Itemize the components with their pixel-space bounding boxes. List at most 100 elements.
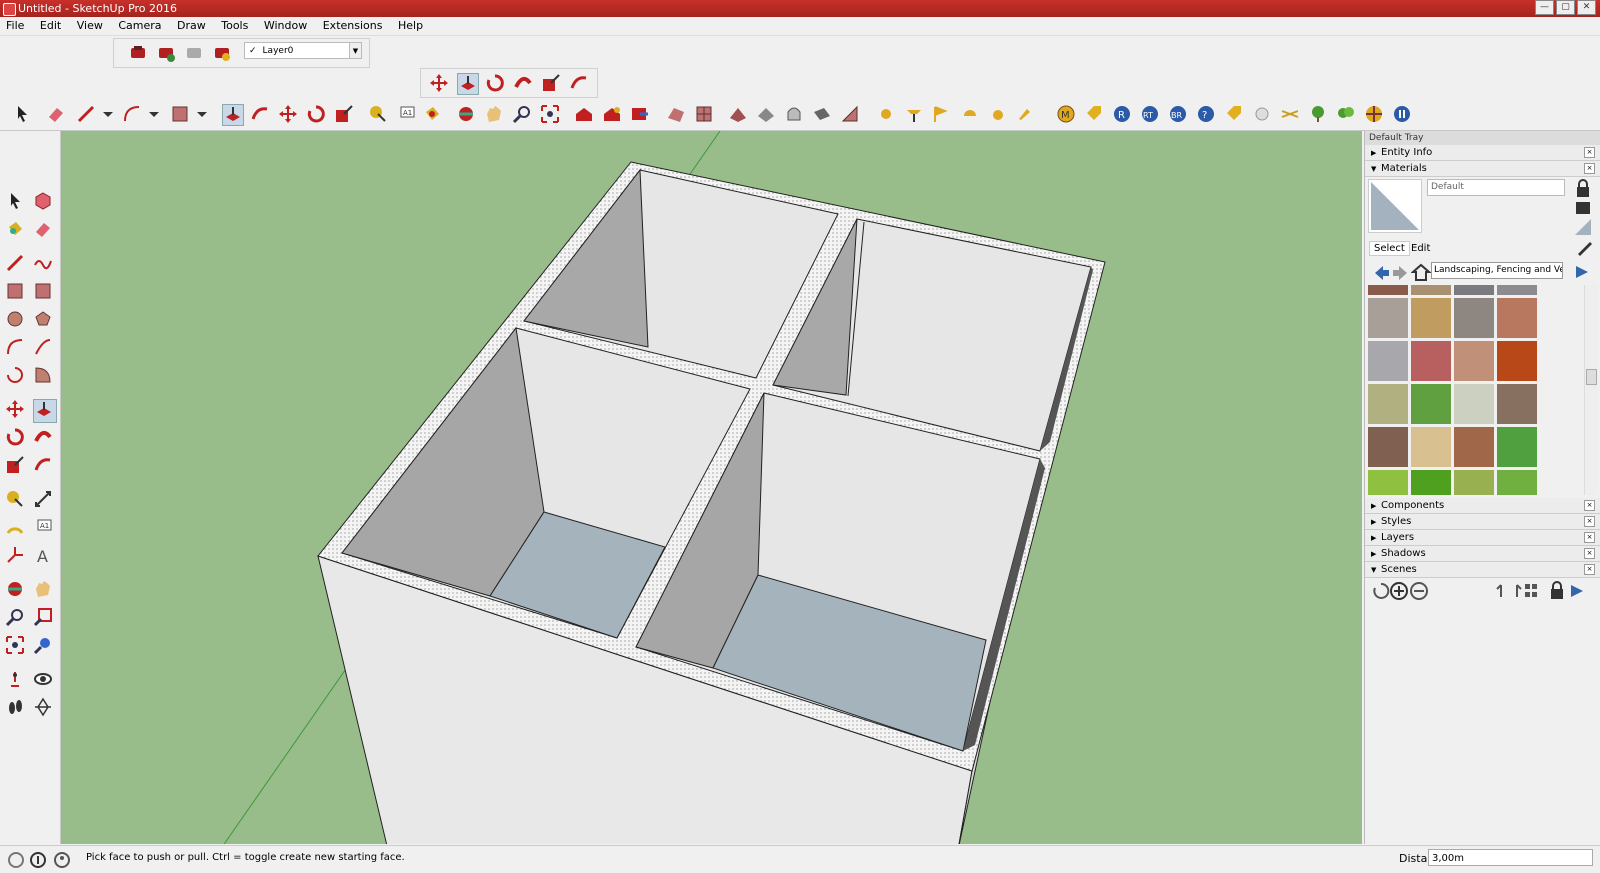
material-swatch[interactable] [1454, 341, 1494, 381]
material-swatch[interactable] [1497, 384, 1537, 424]
offset-tool-icon[interactable] [33, 455, 55, 477]
layer-hide-icon[interactable] [184, 43, 204, 63]
close-icon[interactable]: × [1584, 163, 1595, 174]
chevron-down-icon[interactable] [98, 104, 118, 124]
three-point-arc-icon[interactable] [5, 365, 27, 387]
material-swatch[interactable] [1411, 427, 1451, 467]
menu-draw[interactable]: Draw [171, 17, 212, 32]
material-swatch[interactable] [1368, 285, 1408, 295]
orbit-tool-icon[interactable] [5, 579, 27, 601]
minimize-button[interactable]: — [1535, 0, 1554, 15]
make-component-icon[interactable] [33, 191, 55, 213]
material-swatch[interactable] [1368, 341, 1408, 381]
arc-tool-icon[interactable] [122, 104, 142, 124]
panel-shadows[interactable]: ▶ Shadows × [1365, 546, 1600, 562]
follow-me-tool-icon[interactable] [33, 427, 55, 449]
flip-edge-icon[interactable] [840, 104, 860, 124]
rectangle-tool-icon[interactable] [170, 104, 190, 124]
material-swatch[interactable] [1497, 470, 1537, 495]
add-detail-icon[interactable] [812, 104, 832, 124]
tree-icon[interactable] [1308, 104, 1328, 124]
scrollbar-thumb[interactable] [1586, 369, 1597, 385]
share-model-icon[interactable] [602, 104, 622, 124]
material-swatch[interactable] [1497, 341, 1537, 381]
circle-tool-icon[interactable] [5, 309, 27, 331]
panel-styles[interactable]: ▶ Styles × [1365, 514, 1600, 530]
rectangle-tool-icon[interactable] [5, 281, 27, 303]
collection-select[interactable]: Landscaping, Fencing and Ve [1431, 262, 1563, 279]
rotate-tool-icon[interactable] [485, 73, 505, 93]
extension-warehouse-icon[interactable] [630, 104, 650, 124]
tag-icon[interactable] [1084, 104, 1104, 124]
remove-scene-icon[interactable] [1409, 581, 1428, 600]
move-tool-icon[interactable] [429, 73, 449, 93]
close-icon[interactable]: × [1584, 564, 1595, 575]
position-camera-icon[interactable] [5, 669, 27, 691]
drawing-viewport[interactable] [61, 131, 1362, 844]
menu-file[interactable]: File [0, 17, 30, 32]
two-point-arc-icon[interactable] [33, 337, 55, 359]
material-swatch[interactable] [1368, 470, 1408, 495]
axes-tool-icon[interactable] [5, 545, 27, 567]
close-icon[interactable]: × [1584, 147, 1595, 158]
arc-tool-icon[interactable] [5, 337, 27, 359]
zoom-window-icon[interactable] [33, 607, 55, 629]
location-icon[interactable] [904, 104, 924, 124]
push-pull-tool-icon[interactable] [33, 399, 57, 423]
plugin-r-icon[interactable]: R [1112, 104, 1132, 124]
pan-tool-icon[interactable] [33, 579, 55, 601]
rotated-rectangle-icon[interactable] [33, 281, 55, 303]
material-swatch[interactable] [1454, 470, 1494, 495]
close-icon[interactable]: × [1584, 548, 1595, 559]
layer-add-icon[interactable] [156, 43, 176, 63]
tab-edit[interactable]: Edit [1407, 242, 1434, 255]
close-button[interactable]: ✕ [1577, 0, 1596, 15]
close-icon[interactable]: × [1584, 516, 1595, 527]
layer-colors-icon[interactable] [212, 43, 232, 63]
credits-icon[interactable] [28, 850, 46, 868]
menu-extensions[interactable]: Extensions [317, 17, 389, 32]
paint-bucket-icon[interactable] [5, 219, 27, 241]
chevron-down-icon[interactable] [192, 104, 212, 124]
walk-tool-icon[interactable] [5, 697, 27, 719]
zoom-tool-icon[interactable] [512, 104, 532, 124]
stamp-tool-icon[interactable] [756, 104, 776, 124]
pie-tool-icon[interactable] [33, 365, 55, 387]
follow-me-tool-icon[interactable] [513, 73, 533, 93]
paint-icon[interactable] [1014, 104, 1034, 124]
forward-arrow-icon[interactable] [1391, 263, 1407, 280]
sandbox-from-contours-icon[interactable] [666, 104, 686, 124]
push-pull-tool-icon[interactable] [222, 104, 244, 126]
add-scene-icon[interactable] [1389, 581, 1408, 600]
layer-selector[interactable]: ✓ Layer0 ▼ [244, 42, 362, 59]
layer-manager-icon[interactable] [128, 43, 148, 63]
orbit-tool-icon[interactable] [456, 104, 476, 124]
material-swatch[interactable] [1454, 298, 1494, 338]
panel-scenes[interactable]: ▼ Scenes × [1365, 562, 1600, 578]
maximize-button[interactable]: ▢ [1556, 0, 1575, 15]
material-swatch[interactable] [1411, 470, 1451, 495]
material-swatch[interactable] [1497, 427, 1537, 467]
tape-measure-icon[interactable] [5, 489, 27, 511]
zoom-extents-icon[interactable] [540, 104, 560, 124]
eraser-tool-icon[interactable] [46, 104, 66, 124]
close-icon[interactable]: × [1584, 500, 1595, 511]
panel-materials[interactable]: ▼ Materials × [1365, 161, 1600, 177]
zoom-tool-icon[interactable] [5, 607, 27, 629]
text-tool-icon[interactable]: A1 [396, 104, 416, 124]
sandbox-from-scratch-icon[interactable] [694, 104, 714, 124]
chevron-down-icon[interactable] [144, 104, 164, 124]
material-swatch[interactable] [1368, 427, 1408, 467]
half-sphere-icon[interactable] [960, 104, 980, 124]
user-icon[interactable] [52, 850, 70, 868]
details-arrow-icon[interactable] [1572, 262, 1588, 278]
text-tool-icon[interactable]: A1 [33, 517, 55, 539]
look-around-icon[interactable] [33, 669, 55, 691]
refresh-icon[interactable] [1371, 581, 1390, 599]
material-swatch[interactable] [1411, 341, 1451, 381]
menu-tools[interactable]: Tools [215, 17, 254, 32]
plugin-br-icon[interactable]: BR [1168, 104, 1188, 124]
target-icon[interactable] [1364, 104, 1384, 124]
sphere-icon[interactable] [876, 104, 896, 124]
chevron-down-icon[interactable]: ▼ [349, 43, 361, 58]
